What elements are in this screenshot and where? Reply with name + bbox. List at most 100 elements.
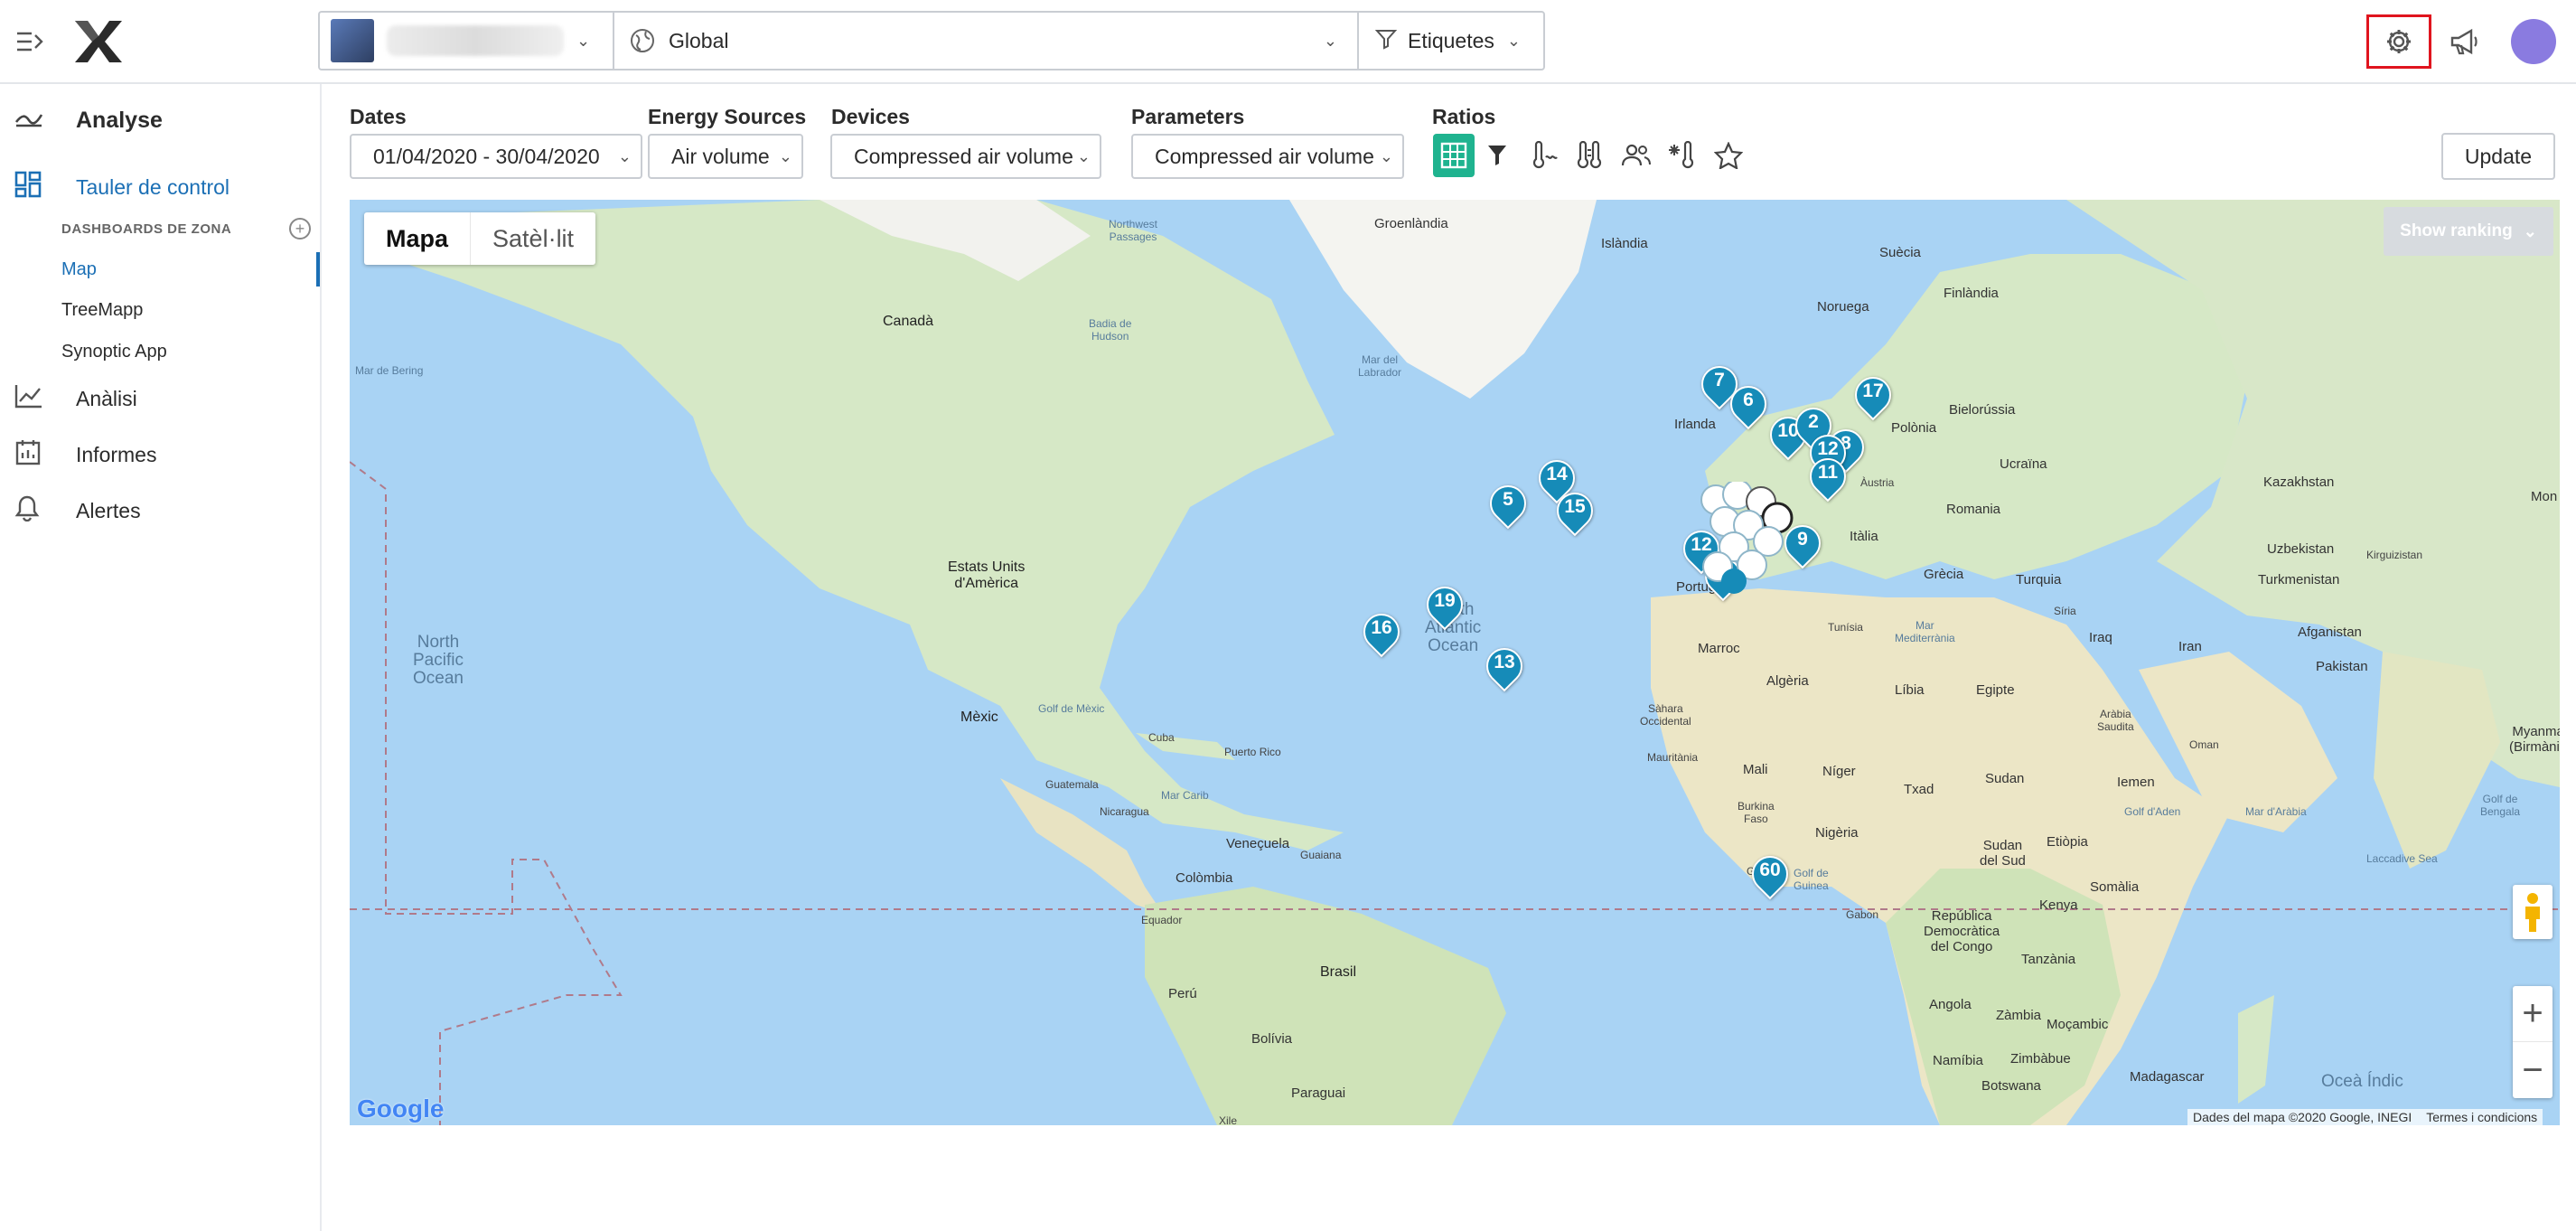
map-label: Badia de Hudson (1089, 317, 1132, 343)
tags-filter[interactable]: Etiquetes ⌄ (1357, 11, 1545, 70)
map-label: Zimbàbue (2010, 1051, 2071, 1067)
map-label: Txad (1904, 782, 1934, 797)
ratio-filter-button[interactable] (1476, 134, 1518, 177)
region-selector[interactable]: Global ⌄ (613, 11, 1359, 70)
expand-sidebar-icon[interactable] (13, 25, 49, 58)
map-marker[interactable]: 16 (1355, 606, 1408, 664)
map-label: Kazakhstan (2263, 475, 2335, 490)
org-selector[interactable]: ⌄ (318, 11, 614, 70)
map-label: Iemen (2117, 775, 2155, 790)
sidebar-item-dashboard[interactable]: Tauler de control (14, 162, 229, 212)
ratio-cold-temperature-button[interactable] (1662, 134, 1703, 177)
ratio-table-button[interactable] (1433, 134, 1475, 177)
map-label: Romania (1946, 502, 2001, 517)
dates-picker[interactable]: 01/04/2020 - 30/04/2020 ⌄ (350, 134, 642, 179)
parameters-select[interactable]: Compressed air volume ⌄ (1131, 134, 1404, 179)
map-label: Mar Carib (1161, 789, 1209, 802)
map-label: Marroc (1698, 641, 1740, 656)
map-label: Equador (1141, 914, 1183, 926)
map-label: Aràbia Saudita (2097, 708, 2134, 733)
zoom-controls: + − (2513, 986, 2553, 1098)
map-marker[interactable]: 17 (1847, 369, 1899, 428)
sidebar-subitem-map[interactable]: Map (61, 259, 97, 280)
map-label: Turkmenistan (2258, 572, 2340, 587)
settings-button[interactable] (2366, 14, 2431, 69)
org-name-blurred (387, 25, 564, 56)
map-label: Nigèria (1815, 825, 1859, 841)
ranking-label: Show ranking (2400, 221, 2513, 240)
map-label: Golf de Bengala (2480, 793, 2521, 818)
add-zone-dashboard-icon[interactable]: + (289, 218, 311, 240)
sidebar-item-alertes[interactable]: Alertes (14, 485, 141, 536)
map-label: Puerto Rico (1224, 746, 1281, 758)
chevron-down-icon: ⌄ (1323, 31, 1337, 50)
ratio-temperature-button[interactable] (1523, 134, 1565, 177)
map-marker[interactable]: 60 (1744, 848, 1796, 907)
zoom-out-button[interactable]: − (2513, 1042, 2553, 1098)
street-view-pegman-icon[interactable] (2513, 885, 2553, 939)
region-value: Global (669, 28, 729, 52)
map-label: Paraguai (1291, 1085, 1346, 1101)
filter-icon (1374, 28, 1398, 54)
ratio-degree-days-button[interactable] (1569, 134, 1611, 177)
map-label: Groenlàndia (1374, 216, 1448, 231)
app-logo[interactable] (72, 18, 125, 65)
map-marker[interactable]: 19 (1419, 578, 1471, 637)
energy-value: Air volume (671, 144, 770, 168)
announcements-button[interactable] (2447, 23, 2483, 60)
chart-line-icon (14, 383, 47, 414)
energy-sources-select[interactable]: Air volume ⌄ (648, 134, 803, 179)
sidebar-item-informes[interactable]: Informes (14, 429, 156, 480)
sidebar-subitem-treemapp[interactable]: TreeMapp (61, 300, 143, 321)
alertes-label: Alertes (76, 498, 141, 522)
gear-icon (2387, 30, 2411, 53)
google-logo[interactable]: Google (357, 1095, 444, 1123)
update-label: Update (2464, 144, 2533, 168)
ratio-people-button[interactable] (1616, 134, 1657, 177)
map-label: Brasil (1320, 964, 1357, 980)
parameters-label: Parameters (1131, 105, 1245, 128)
marker-cluster[interactable] (1698, 479, 1794, 599)
sidebar-item-analisi[interactable]: Anàlisi (14, 373, 137, 424)
map-label: Irlanda (1674, 417, 1716, 432)
update-button[interactable]: Update (2441, 133, 2555, 180)
map-label: República Democràtica del Congo (1924, 908, 2000, 954)
map-label: Ucraïna (2000, 456, 2047, 472)
chevron-down-icon: ⌄ (617, 146, 632, 165)
map-marker[interactable]: 11 (1802, 450, 1854, 509)
map-land-layer (350, 200, 2560, 1125)
terms-link[interactable]: Termes i condicions (2426, 1110, 2537, 1124)
tab-mapa[interactable]: Mapa (364, 212, 470, 265)
devices-value: Compressed air volume (854, 144, 1073, 168)
chevron-down-icon: ⌄ (1379, 146, 1393, 165)
map-label: Turquia (2016, 572, 2062, 587)
tab-satellite[interactable]: Satèl·lit (470, 212, 595, 265)
show-ranking-button[interactable]: Show ranking ⌄ (2384, 207, 2553, 256)
table-grid-icon (1440, 142, 1467, 169)
map-label: Suècia (1879, 245, 1921, 260)
map-marker[interactable]: 13 (1478, 640, 1531, 699)
sidebar-subitem-synoptic[interactable]: Synoptic App (61, 342, 167, 362)
dashboard-icon (14, 171, 47, 203)
map-label: Colòmbia (1176, 870, 1233, 886)
tags-label: Etiquetes (1408, 28, 1494, 52)
map-marker[interactable]: 5 (1482, 477, 1534, 536)
map-marker[interactable]: 6 (1722, 378, 1775, 437)
chevron-down-icon: ⌄ (1076, 146, 1091, 165)
user-avatar[interactable] (2511, 19, 2556, 64)
active-indicator (316, 252, 320, 287)
chevron-down-icon: ⌄ (778, 146, 792, 165)
devices-select[interactable]: Compressed air volume ⌄ (830, 134, 1101, 179)
map-label: Botswana (1981, 1078, 2041, 1094)
zoom-in-button[interactable]: + (2513, 986, 2553, 1042)
informes-label: Informes (76, 442, 157, 466)
map-view[interactable]: Mapa Satèl·lit Show ranking ⌄ Groenlàndi… (350, 200, 2560, 1125)
map-label: Golf de Guinea (1794, 867, 1829, 892)
map-label: Gabon (1846, 908, 1879, 921)
sidebar-section-analyse[interactable]: Analyse (14, 95, 163, 146)
map-attribution: Dades del mapa ©2020 Google, INEGI Terme… (2187, 1109, 2543, 1125)
parameters-value: Compressed air volume (1155, 144, 1374, 168)
map-label: Kirguizistan (2366, 549, 2423, 561)
ratio-favorites-button[interactable] (1708, 134, 1749, 177)
map-marker[interactable]: 15 (1549, 484, 1601, 543)
